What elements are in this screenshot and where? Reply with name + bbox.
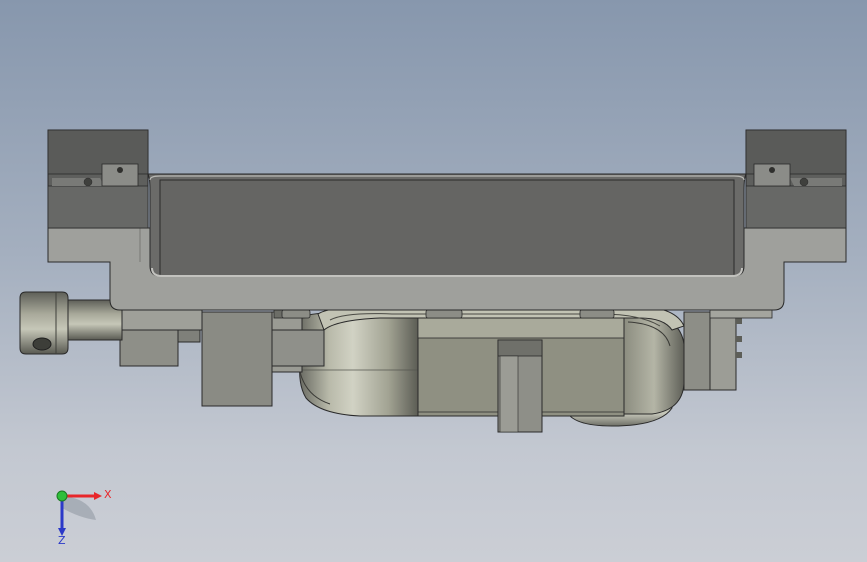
graphics-viewport[interactable]: X Z bbox=[0, 0, 867, 562]
adjustment-knob[interactable] bbox=[19, 291, 69, 355]
x-axis-label: X bbox=[104, 488, 112, 501]
cad-model[interactable] bbox=[0, 0, 867, 562]
right-pillar[interactable] bbox=[745, 129, 847, 229]
left-pillar[interactable] bbox=[47, 129, 149, 229]
z-axis-label: Z bbox=[58, 534, 66, 547]
table-channel[interactable] bbox=[147, 173, 747, 277]
center-bracket[interactable] bbox=[497, 339, 543, 433]
shaft-support-block[interactable] bbox=[119, 309, 203, 367]
y-axis-dot bbox=[56, 490, 68, 502]
coordinate-triad: X Z bbox=[56, 488, 112, 547]
x-axis-arrowhead bbox=[94, 492, 102, 500]
triad-shadow bbox=[62, 496, 96, 520]
right-end-plate[interactable] bbox=[683, 307, 773, 391]
motor-housing-right[interactable] bbox=[623, 315, 685, 415]
